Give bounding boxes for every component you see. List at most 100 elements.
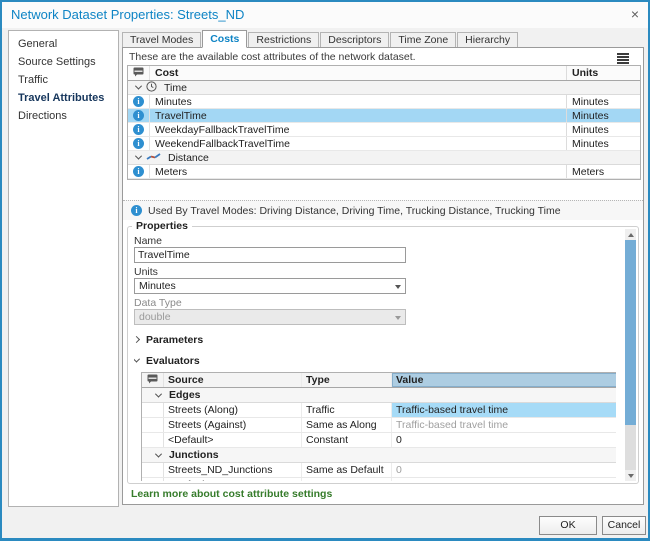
units-dropdown[interactable]: Minutes	[134, 278, 406, 294]
used-by-text: Used By Travel Modes: Driving Distance, …	[148, 205, 561, 217]
sidebar-item-travel-attributes[interactable]: Travel Attributes	[9, 89, 118, 107]
cost-units: Minutes	[566, 137, 640, 150]
evaluators-section-header[interactable]: Evaluators	[134, 354, 616, 367]
sidebar-item-source-settings[interactable]: Source Settings	[9, 53, 118, 71]
evaluator-group-row[interactable]: Junctions	[142, 448, 616, 463]
units-label: Units	[134, 266, 616, 278]
tab-restrictions[interactable]: Restrictions	[248, 32, 319, 47]
evaluator-type: Constant	[302, 433, 392, 447]
evaluator-row[interactable]: <Default>Constant0	[142, 433, 616, 448]
chevron-down-icon	[155, 390, 162, 397]
field-icon-cell	[128, 66, 150, 80]
costs-tab-panel: These are the available cost attributes …	[122, 47, 644, 505]
field-icon-cell	[142, 373, 164, 387]
chevron-down-icon	[134, 153, 141, 160]
evaluator-row[interactable]: Streets_ND_JunctionsSame as Default0	[142, 463, 616, 478]
value-column-header: Value	[392, 373, 616, 387]
cancel-button[interactable]: Cancel	[602, 516, 646, 535]
used-by-strip: i Used By Travel Modes: Driving Distance…	[123, 200, 643, 220]
name-input[interactable]	[134, 247, 406, 263]
sidebar: GeneralSource SettingsTrafficTravel Attr…	[8, 30, 119, 507]
cost-group-row[interactable]: Time	[128, 81, 640, 95]
properties-scrollbar[interactable]	[625, 229, 636, 481]
cost-units: Minutes	[566, 95, 640, 108]
scroll-down-icon[interactable]	[625, 470, 636, 481]
sidebar-item-general[interactable]: General	[9, 35, 118, 53]
evaluator-type: Traffic	[302, 403, 392, 417]
data-type-dropdown: double	[134, 309, 406, 325]
evaluator-row[interactable]: <Default>Constant0	[142, 478, 616, 481]
scroll-up-icon[interactable]	[625, 229, 636, 240]
route-icon	[146, 152, 161, 164]
evaluator-row[interactable]: Streets (Along)TrafficTraffic-based trav…	[142, 403, 616, 418]
tab-hierarchy[interactable]: Hierarchy	[457, 32, 518, 47]
scrollbar-thumb[interactable]	[625, 240, 636, 425]
sidebar-item-traffic[interactable]: Traffic	[9, 71, 118, 89]
evaluator-source: Streets (Along)	[164, 403, 302, 417]
chevron-right-icon	[134, 336, 140, 343]
evaluator-group-label: Edges	[169, 389, 201, 401]
evaluators-table: SourceTypeValueEdgesStreets (Along)Traff…	[141, 372, 616, 481]
parameters-section-label: Parameters	[146, 334, 203, 346]
hamburger-menu-icon[interactable]	[617, 53, 629, 65]
info-icon: i	[133, 138, 144, 149]
evaluator-value: 0	[392, 463, 616, 477]
field-icon	[133, 67, 144, 80]
data-type-dropdown-value: double	[139, 311, 171, 323]
source-column-header: Source	[164, 373, 302, 387]
evaluators-section-label: Evaluators	[146, 355, 200, 367]
learn-more-link[interactable]: Learn more about cost attribute settings	[131, 488, 332, 500]
cost-name: Minutes	[150, 96, 566, 108]
ok-button[interactable]: OK	[539, 516, 597, 535]
cost-units: Meters	[566, 165, 640, 178]
evaluator-value: Traffic-based travel time	[392, 418, 616, 432]
cost-row[interactable]: i WeekendFallbackTravelTimeMinutes	[128, 137, 640, 151]
cost-group-label: Distance	[168, 152, 209, 164]
clock-icon	[146, 81, 157, 95]
properties-groupbox: Properties Name Units Minutes Data Type …	[127, 226, 639, 484]
evaluator-source: Streets_ND_Junctions	[164, 463, 302, 477]
cost-attributes-table: CostUnitsTimeiMinutesMinutesiTravelTimeM…	[127, 65, 641, 180]
properties-legend: Properties	[132, 220, 192, 232]
units-column-header: Units	[566, 66, 640, 80]
chevron-down-icon	[395, 285, 401, 289]
tab-costs[interactable]: Costs	[202, 30, 247, 48]
cost-name: WeekdayFallbackTravelTime	[150, 124, 566, 136]
cost-row[interactable]: iWeekdayFallbackTravelTimeMinutes	[128, 123, 640, 137]
cost-name: WeekendFallbackTravelTime	[150, 138, 566, 150]
evaluator-row[interactable]: Streets (Against)Same as AlongTraffic-ba…	[142, 418, 616, 433]
evaluator-source: <Default>	[164, 478, 302, 481]
network-dataset-properties-dialog: Network Dataset Properties: Streets_ND ×…	[0, 0, 650, 541]
properties-body: Name Units Minutes Data Type double Para…	[134, 232, 616, 481]
type-column-header: Type	[302, 373, 392, 387]
cost-name: TravelTime	[150, 110, 566, 122]
cost-row[interactable]: iMetersMeters	[128, 165, 640, 179]
close-icon[interactable]: ×	[631, 6, 639, 22]
costs-description: These are the available cost attributes …	[129, 51, 613, 63]
parameters-section-header[interactable]: Parameters	[134, 333, 616, 346]
cost-group-label: Time	[164, 82, 187, 94]
cost-table-header: CostUnits	[128, 66, 640, 81]
chevron-down-icon	[134, 83, 141, 90]
info-icon: i	[133, 110, 144, 121]
field-icon	[147, 374, 158, 387]
dialog-title: Network Dataset Properties: Streets_ND	[11, 7, 244, 22]
cost-row[interactable]: iMinutesMinutes	[128, 95, 640, 109]
evaluator-source: <Default>	[164, 433, 302, 447]
units-dropdown-value: Minutes	[139, 280, 176, 292]
tab-descriptors[interactable]: Descriptors	[320, 32, 389, 47]
evaluators-table-header: SourceTypeValue	[142, 373, 616, 388]
cost-column-header: Cost	[150, 67, 566, 79]
cost-group-row[interactable]: Distance	[128, 151, 640, 165]
tab-time-zone[interactable]: Time Zone	[390, 32, 456, 47]
cost-row[interactable]: i TravelTimeMinutes	[128, 109, 640, 123]
chevron-down-icon	[395, 316, 401, 320]
evaluator-value: Traffic-based travel time	[392, 403, 616, 417]
sidebar-item-directions[interactable]: Directions	[9, 107, 118, 125]
cost-units: Minutes	[566, 109, 640, 122]
name-label: Name	[134, 235, 616, 247]
tab-travel-modes[interactable]: Travel Modes	[122, 32, 201, 47]
evaluator-group-label: Junctions	[169, 449, 219, 461]
chevron-down-icon	[134, 356, 140, 363]
evaluator-group-row[interactable]: Edges	[142, 388, 616, 403]
